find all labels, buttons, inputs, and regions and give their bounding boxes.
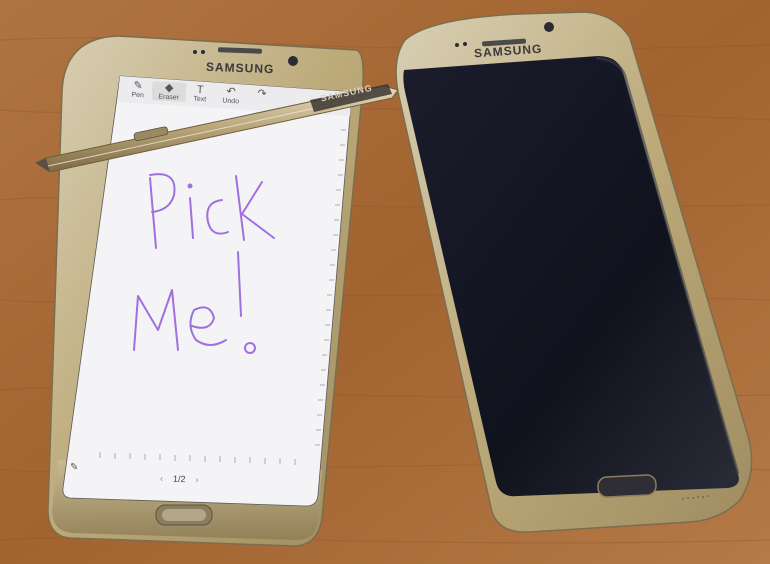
sensor-dot-2 [201,50,205,54]
toolbar-text[interactable]: T Text [183,83,218,104]
pen-icon: ✎ [133,79,144,93]
toolbar-pen[interactable]: ✎ Pen [121,79,156,100]
toolbar-undo-label: Undo [222,97,240,106]
text-icon: T [196,83,204,97]
front-camera [288,56,298,66]
toolbar-eraser-label: Eraser [158,93,180,102]
photo-scene [0,0,770,564]
sensor-right-1 [455,43,459,47]
pen-settings-icon[interactable]: ✎ [70,462,78,473]
next-page-button[interactable]: › [195,475,198,485]
home-button-right[interactable] [597,474,657,498]
sensor-right-2 [463,42,467,46]
undo-icon: ↶ [226,85,237,99]
redo-icon: ↷ [257,87,267,101]
toolbar-text-label: Text [193,95,207,104]
toolbar-undo[interactable]: ↶ Undo [214,85,249,106]
prev-page-button[interactable]: ‹ [160,473,163,483]
toolbar-redo[interactable]: ↷ [245,87,280,101]
toolbar-pen-label: Pen [131,91,145,100]
sensor-dot-1 [193,50,197,54]
toolbar-eraser[interactable]: ◆ Eraser [151,81,187,102]
front-camera-right [544,22,554,32]
eraser-icon: ◆ [164,81,174,95]
